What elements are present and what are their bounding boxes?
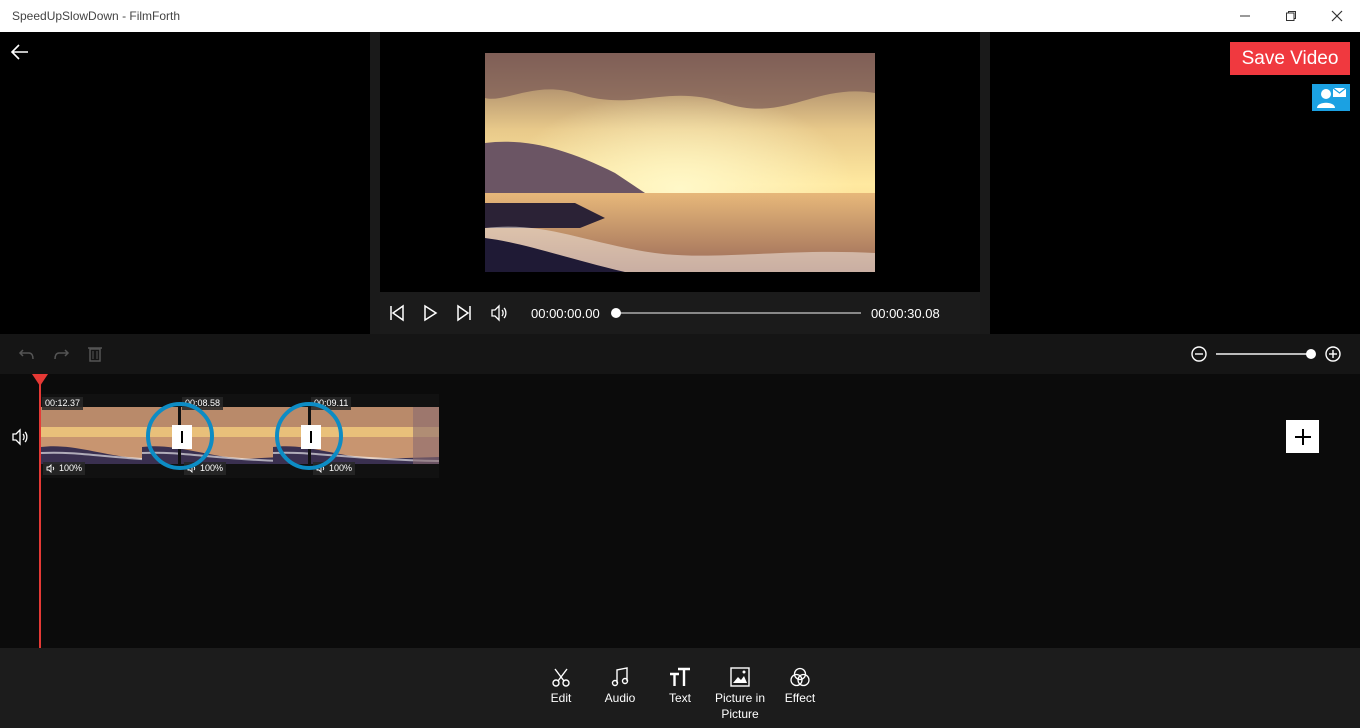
clip-volume-value: 100% bbox=[329, 463, 353, 473]
music-note-icon bbox=[611, 667, 629, 687]
zoom-in-icon bbox=[1325, 346, 1341, 362]
clip-track: 00:12.37 00:08.58 00:09.11 100% 100% 100… bbox=[41, 394, 439, 478]
effect-button[interactable]: Effect bbox=[770, 666, 830, 706]
track-volume-button[interactable] bbox=[10, 427, 30, 447]
play-icon bbox=[424, 304, 438, 322]
maximize-button[interactable] bbox=[1268, 0, 1314, 32]
redo-button[interactable] bbox=[51, 344, 71, 364]
total-time: 00:00:30.08 bbox=[871, 306, 940, 321]
zoom-slider[interactable] bbox=[1216, 353, 1311, 355]
volume-icon bbox=[491, 304, 507, 322]
picture-in-picture-button[interactable]: Picture in Picture bbox=[710, 666, 770, 722]
delete-button[interactable] bbox=[85, 344, 105, 364]
text-label: Text bbox=[668, 691, 691, 705]
maximize-icon bbox=[1286, 11, 1296, 21]
audio-label: Audio bbox=[604, 691, 636, 705]
clip-volume-value: 100% bbox=[59, 463, 83, 473]
transition-icon bbox=[172, 425, 192, 449]
transition-button[interactable] bbox=[275, 402, 343, 470]
contact-mail-icon bbox=[1317, 87, 1347, 108]
timeline-toolbar bbox=[0, 334, 1360, 374]
clip-duration: 00:12.37 bbox=[42, 397, 84, 410]
add-clip-button[interactable] bbox=[1286, 420, 1319, 453]
skip-previous-icon bbox=[390, 304, 404, 322]
window-title: SpeedUpSlowDown - FilmForth bbox=[12, 9, 181, 23]
seek-bar[interactable] bbox=[615, 312, 861, 314]
effect-label: Effect bbox=[784, 691, 816, 705]
save-video-button[interactable]: Save Video bbox=[1230, 42, 1350, 75]
picture-in-picture-label: Picture in Picture bbox=[714, 691, 766, 721]
skip-previous-button[interactable] bbox=[387, 303, 407, 323]
edit-button[interactable]: Edit bbox=[531, 666, 591, 706]
left-panel bbox=[0, 32, 370, 334]
seek-thumb[interactable] bbox=[611, 308, 621, 318]
back-button[interactable] bbox=[8, 40, 32, 64]
close-button[interactable] bbox=[1314, 0, 1360, 32]
skip-next-button[interactable] bbox=[454, 303, 474, 323]
title-bar: SpeedUpSlowDown - FilmForth bbox=[0, 0, 1360, 32]
zoom-thumb[interactable] bbox=[1306, 349, 1316, 359]
text-button[interactable]: Text bbox=[650, 666, 710, 706]
delete-icon bbox=[88, 347, 102, 362]
bottom-toolbar: Edit Audio Text Picture in Picture Effec… bbox=[0, 648, 1360, 728]
minimize-button[interactable] bbox=[1222, 0, 1268, 32]
zoom-out-button[interactable] bbox=[1189, 344, 1209, 364]
contact-button[interactable] bbox=[1312, 84, 1350, 111]
redo-icon bbox=[54, 349, 70, 360]
transition-icon bbox=[301, 425, 321, 449]
current-time: 00:00:00.00 bbox=[531, 306, 600, 321]
play-button[interactable] bbox=[420, 303, 440, 323]
panel-divider bbox=[370, 32, 380, 334]
clip-volume: 100% bbox=[43, 462, 86, 475]
zoom-out-icon bbox=[1191, 346, 1207, 362]
picture-icon bbox=[730, 667, 750, 687]
volume-icon bbox=[46, 464, 55, 473]
zoom-in-button[interactable] bbox=[1323, 344, 1343, 364]
scissors-icon bbox=[552, 668, 570, 687]
video-frame[interactable] bbox=[485, 53, 875, 272]
volume-button[interactable] bbox=[489, 303, 509, 323]
undo-button[interactable] bbox=[17, 344, 37, 364]
playback-controls: 00:00:00.00 00:00:30.08 bbox=[380, 292, 980, 334]
text-icon bbox=[670, 667, 690, 686]
minimize-icon bbox=[1240, 15, 1250, 17]
undo-icon bbox=[18, 349, 34, 360]
playhead-handle[interactable] bbox=[32, 374, 48, 386]
edit-label: Edit bbox=[550, 691, 572, 705]
audio-button[interactable]: Audio bbox=[590, 666, 650, 706]
close-icon bbox=[1331, 10, 1343, 22]
skip-next-icon bbox=[457, 304, 471, 322]
playhead[interactable] bbox=[39, 380, 41, 648]
plus-icon bbox=[1294, 428, 1311, 445]
arrow-left-icon bbox=[10, 44, 28, 60]
transition-button[interactable] bbox=[146, 402, 214, 470]
panel-divider bbox=[980, 32, 990, 334]
effect-icon bbox=[790, 667, 810, 687]
clip-volume-value: 100% bbox=[200, 463, 224, 473]
right-panel bbox=[990, 32, 1360, 334]
volume-icon bbox=[12, 428, 28, 446]
